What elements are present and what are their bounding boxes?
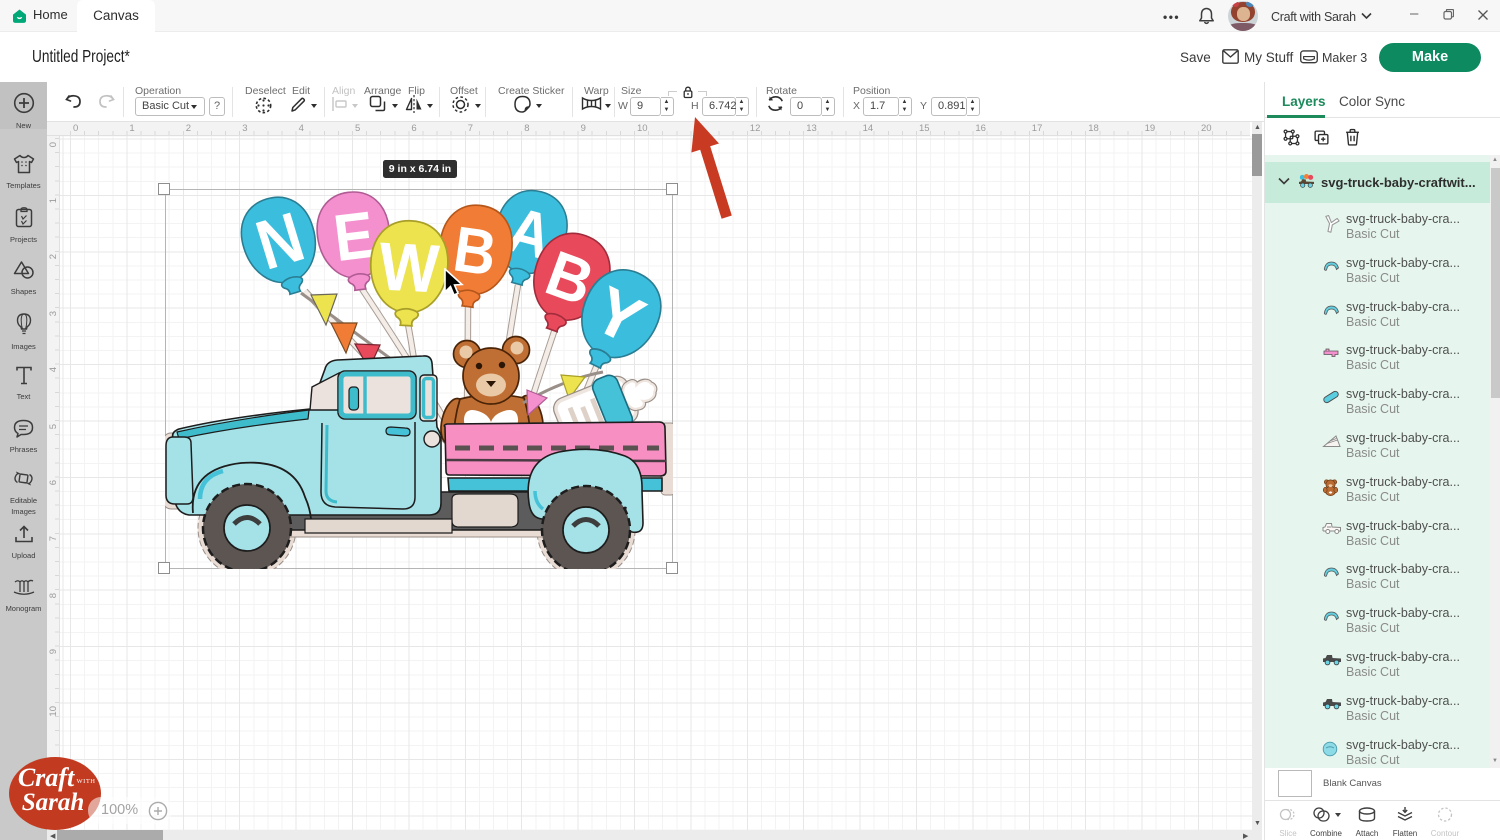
svg-text:W: W (377, 228, 442, 307)
